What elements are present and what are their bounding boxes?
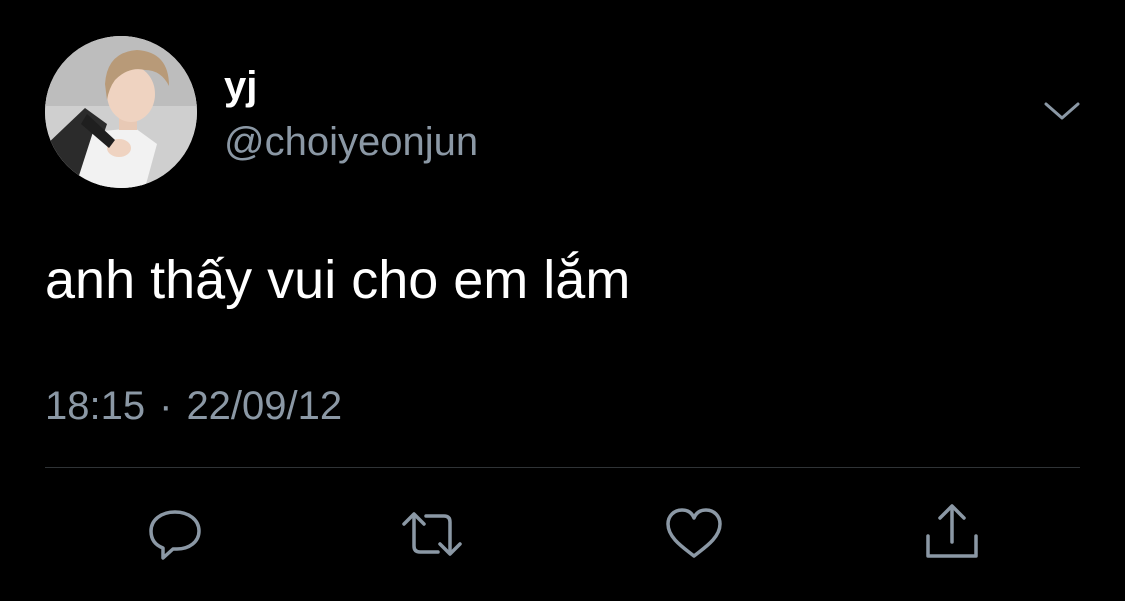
tweet-detail: yj @choiyeonjun anh thấy vui cho em lắm … — [0, 0, 1125, 601]
retweet-button[interactable] — [400, 502, 464, 566]
chevron-down-icon — [1044, 102, 1080, 120]
divider — [45, 467, 1080, 468]
user-handle[interactable]: @choiyeonjun — [224, 118, 478, 166]
tweet-time: 18:15 — [45, 384, 146, 428]
like-button[interactable] — [662, 502, 726, 566]
retweet-icon — [402, 512, 462, 556]
reply-button[interactable] — [143, 502, 207, 566]
avatar-image — [45, 36, 197, 188]
tweet-timestamp[interactable]: 18:15 · 22/09/12 — [45, 382, 342, 430]
share-icon — [926, 504, 978, 558]
reply-icon — [149, 510, 201, 560]
heart-icon — [666, 508, 722, 558]
avatar[interactable] — [45, 36, 197, 188]
tweet-text: anh thấy vui cho em lắm — [45, 250, 631, 310]
tweet-date: 22/09/12 — [186, 384, 343, 428]
more-options-button[interactable] — [1040, 92, 1084, 132]
display-name[interactable]: yj — [224, 62, 257, 110]
share-button[interactable] — [920, 502, 984, 566]
meta-separator: · — [159, 384, 173, 428]
